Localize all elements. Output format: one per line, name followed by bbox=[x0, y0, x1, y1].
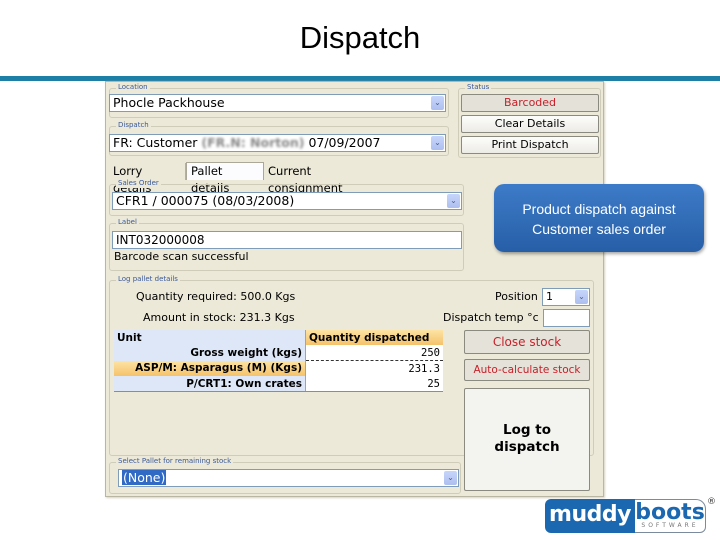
remaining-stock-select[interactable]: (None) ⌄ bbox=[118, 469, 459, 487]
remaining-stock-value: (None) bbox=[122, 470, 167, 485]
grid-qty-cell[interactable]: 25 bbox=[305, 376, 443, 392]
callout-annotation: Product dispatch against Customer sales … bbox=[494, 184, 704, 252]
tab-lorry-details[interactable]: Lorry details bbox=[109, 163, 186, 195]
quantity-required-label: Quantity required: 500.0 Kgs bbox=[136, 290, 296, 303]
chevron-down-icon[interactable]: ⌄ bbox=[444, 471, 457, 485]
dispatch-select[interactable]: FR: Customer (FR.N: Norton) 07/09/2007 ⌄ bbox=[109, 134, 446, 152]
grid-unit-cell: Gross weight (kgs) bbox=[114, 345, 306, 361]
grid-qty-cell[interactable]: 231.3 bbox=[305, 360, 443, 376]
amount-in-stock-label: Amount in stock: 231.3 Kgs bbox=[143, 311, 295, 324]
label-input[interactable]: INT032000008 bbox=[112, 231, 462, 249]
dispatch-value-redacted: (FR.N: Norton) bbox=[201, 135, 305, 150]
grid-header-unit: Unit bbox=[114, 330, 306, 345]
table-row[interactable]: P/CRT1: Own crates 25 bbox=[114, 376, 443, 392]
logo-tagline: SOFTWARE bbox=[641, 522, 699, 529]
table-row[interactable]: ASP/M: Asparagus (M) (Kgs) 231.3 bbox=[114, 360, 443, 376]
barcode-scan-status: Barcode scan successful bbox=[114, 250, 249, 263]
location-group-label: Location bbox=[116, 83, 150, 92]
log-to-dispatch-line1: Log to bbox=[503, 422, 551, 438]
chevron-down-icon[interactable]: ⌄ bbox=[575, 290, 588, 304]
grid-unit-cell: P/CRT1: Own crates bbox=[114, 376, 306, 392]
callout-line2: Customer sales order bbox=[532, 221, 666, 237]
grid-header-row: Unit Quantity dispatched bbox=[114, 330, 443, 345]
sales-order-select[interactable]: CFR1 / 000075 (08/03/2008) ⌄ bbox=[112, 192, 462, 210]
print-dispatch-button[interactable]: Print Dispatch bbox=[461, 136, 599, 154]
quantity-grid: Unit Quantity dispatched Gross weight (k… bbox=[114, 330, 443, 392]
status-group-label: Status bbox=[465, 83, 492, 92]
chevron-down-icon[interactable]: ⌄ bbox=[431, 96, 444, 110]
table-row[interactable]: Gross weight (kgs) 250 bbox=[114, 345, 443, 361]
muddy-boots-logo: muddy boots SOFTWARE ® bbox=[545, 497, 716, 535]
close-stock-button[interactable]: Close stock bbox=[464, 330, 590, 354]
tab-pallet-details[interactable]: Pallet details bbox=[186, 162, 264, 195]
tab-current-consignment[interactable]: Current consignment bbox=[264, 163, 384, 195]
dispatch-window: Location Phocle Packhouse ⌄ Dispatch FR:… bbox=[105, 81, 604, 497]
registered-icon: ® bbox=[707, 497, 716, 507]
sales-order-group-label: Sales Order bbox=[116, 179, 161, 188]
log-to-dispatch-button[interactable]: Log to dispatch bbox=[464, 388, 590, 491]
grid-unit-cell: ASP/M: Asparagus (M) (Kgs) bbox=[114, 360, 306, 376]
grid-qty-cell[interactable]: 250 bbox=[305, 345, 443, 361]
logo-muddy: muddy bbox=[545, 499, 635, 533]
dispatch-value-prefix: FR: Customer bbox=[113, 135, 198, 150]
auto-calculate-stock-button[interactable]: Auto-calculate stock bbox=[464, 359, 590, 381]
log-to-dispatch-line2: dispatch bbox=[494, 439, 560, 455]
location-select[interactable]: Phocle Packhouse ⌄ bbox=[109, 94, 446, 112]
grid-header-quantity: Quantity dispatched bbox=[305, 330, 443, 345]
log-pallet-group-label: Log pallet details bbox=[116, 275, 180, 284]
barcoded-status-button[interactable]: Barcoded bbox=[461, 94, 599, 112]
position-value: 1 bbox=[546, 290, 553, 303]
label-group-label: Label bbox=[116, 218, 139, 227]
dispatch-temp-input[interactable] bbox=[543, 309, 590, 327]
chevron-down-icon[interactable]: ⌄ bbox=[447, 194, 460, 208]
position-label: Position bbox=[495, 290, 538, 303]
location-value: Phocle Packhouse bbox=[113, 95, 225, 110]
dispatch-temp-label: Dispatch temp °c bbox=[443, 311, 539, 324]
chevron-down-icon[interactable]: ⌄ bbox=[431, 136, 444, 150]
dispatch-value-date: 07/09/2007 bbox=[308, 135, 381, 150]
callout-line1: Product dispatch against bbox=[522, 201, 676, 217]
sales-order-value: CFR1 / 000075 (08/03/2008) bbox=[116, 193, 295, 208]
remaining-stock-group-label: Select Pallet for remaining stock bbox=[116, 457, 234, 466]
slide-title: Dispatch bbox=[299, 20, 421, 55]
clear-details-button[interactable]: Clear Details bbox=[461, 115, 599, 133]
dispatch-group-label: Dispatch bbox=[116, 121, 151, 130]
position-select[interactable]: 1 ⌄ bbox=[542, 288, 590, 306]
